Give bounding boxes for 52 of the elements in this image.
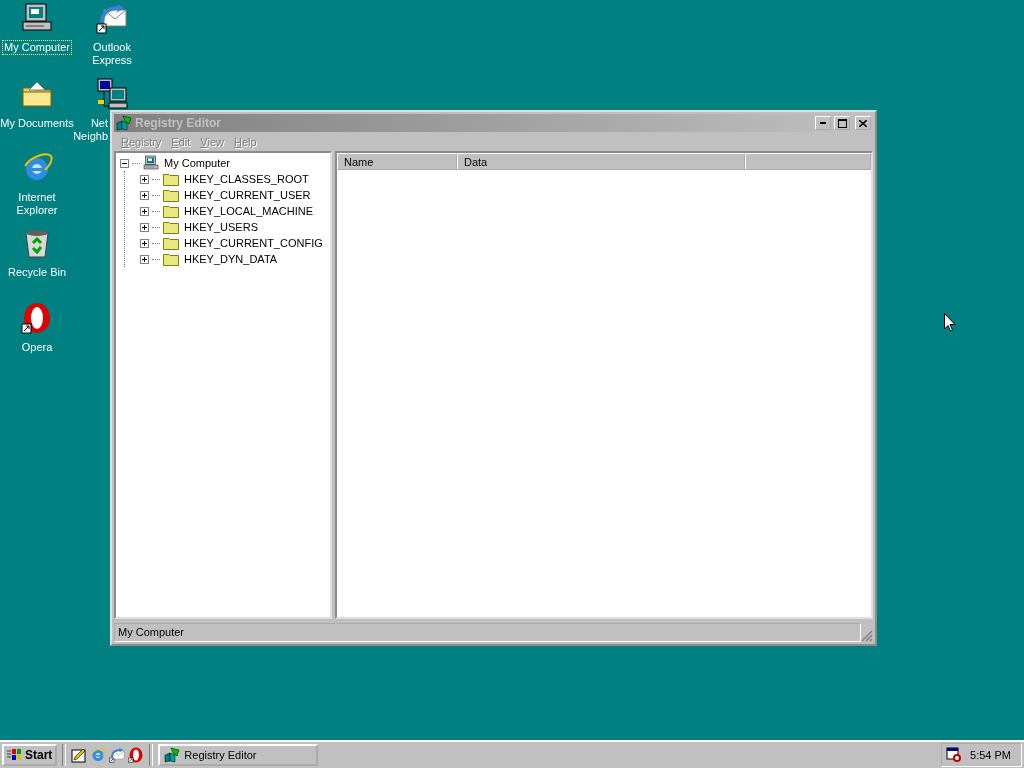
mouse-pointer-icon bbox=[944, 313, 956, 332]
icon-label[interactable]: Recycle Bin bbox=[5, 265, 69, 280]
expand-icon[interactable] bbox=[140, 190, 149, 200]
tree-item[interactable]: HKEY_CLASSES_ROOT bbox=[182, 173, 311, 185]
start-button[interactable]: Start bbox=[2, 744, 58, 766]
taskbar-button[interactable]: Registry Editor bbox=[158, 744, 319, 766]
registry-cubes-icon bbox=[164, 747, 181, 763]
maximize-icon bbox=[837, 118, 847, 128]
icon-label[interactable]: Outlook Express bbox=[90, 40, 134, 68]
tree-item[interactable]: HKEY_CURRENT_USER bbox=[182, 189, 313, 201]
expand-icon[interactable] bbox=[140, 254, 149, 264]
expand-icon[interactable] bbox=[140, 206, 149, 216]
minimize-icon bbox=[820, 122, 826, 124]
tree-item[interactable]: HKEY_USERS bbox=[182, 221, 260, 233]
window-title: Registry Editor bbox=[135, 116, 222, 130]
expand-icon[interactable] bbox=[140, 238, 149, 248]
folder-icon bbox=[163, 252, 179, 266]
clock: 5:54 PM bbox=[970, 749, 1011, 761]
icon-label[interactable]: My Documents bbox=[0, 116, 76, 131]
icon-label[interactable]: Internet Explorer bbox=[14, 190, 60, 218]
column-header[interactable]: Name bbox=[337, 153, 457, 170]
desktop-pencil-icon[interactable] bbox=[71, 747, 88, 763]
envelope-icon bbox=[109, 747, 126, 763]
expand-icon[interactable] bbox=[140, 174, 149, 184]
column-header[interactable]: Data bbox=[457, 153, 745, 170]
expand-icon[interactable] bbox=[140, 222, 149, 232]
folder-icon bbox=[163, 188, 179, 202]
collapse-icon[interactable] bbox=[120, 158, 129, 168]
calendar-clock-icon[interactable] bbox=[946, 747, 963, 763]
status-bar: My Computer bbox=[114, 622, 861, 642]
windows-flag-icon bbox=[7, 747, 23, 763]
opera-logo-icon bbox=[21, 302, 53, 334]
resize-grip-icon[interactable] bbox=[861, 630, 873, 642]
tree-item[interactable]: HKEY_CURRENT_CONFIG bbox=[182, 237, 325, 249]
tree-item[interactable]: My Computer bbox=[162, 157, 233, 169]
icon-label[interactable]: Opera bbox=[19, 340, 55, 355]
close-icon bbox=[859, 119, 867, 127]
registry-cubes-icon bbox=[116, 115, 132, 131]
opera-logo-icon bbox=[128, 747, 145, 763]
folder-icon bbox=[163, 220, 179, 234]
folder-icon bbox=[163, 172, 179, 186]
folder-icon bbox=[163, 236, 179, 250]
ie-logo-icon bbox=[90, 747, 107, 763]
tree-item[interactable]: HKEY_DYN_DATA bbox=[182, 253, 280, 265]
tree-item[interactable]: HKEY_LOCAL_MACHINE bbox=[182, 205, 315, 217]
maximize-button[interactable] bbox=[834, 116, 850, 130]
folder-icon bbox=[163, 204, 179, 218]
envelope-icon bbox=[96, 2, 128, 34]
minimize-button[interactable] bbox=[815, 116, 831, 130]
icon-label[interactable]: My Computer bbox=[2, 40, 72, 55]
close-button[interactable] bbox=[855, 116, 871, 130]
computer-icon bbox=[143, 155, 159, 171]
